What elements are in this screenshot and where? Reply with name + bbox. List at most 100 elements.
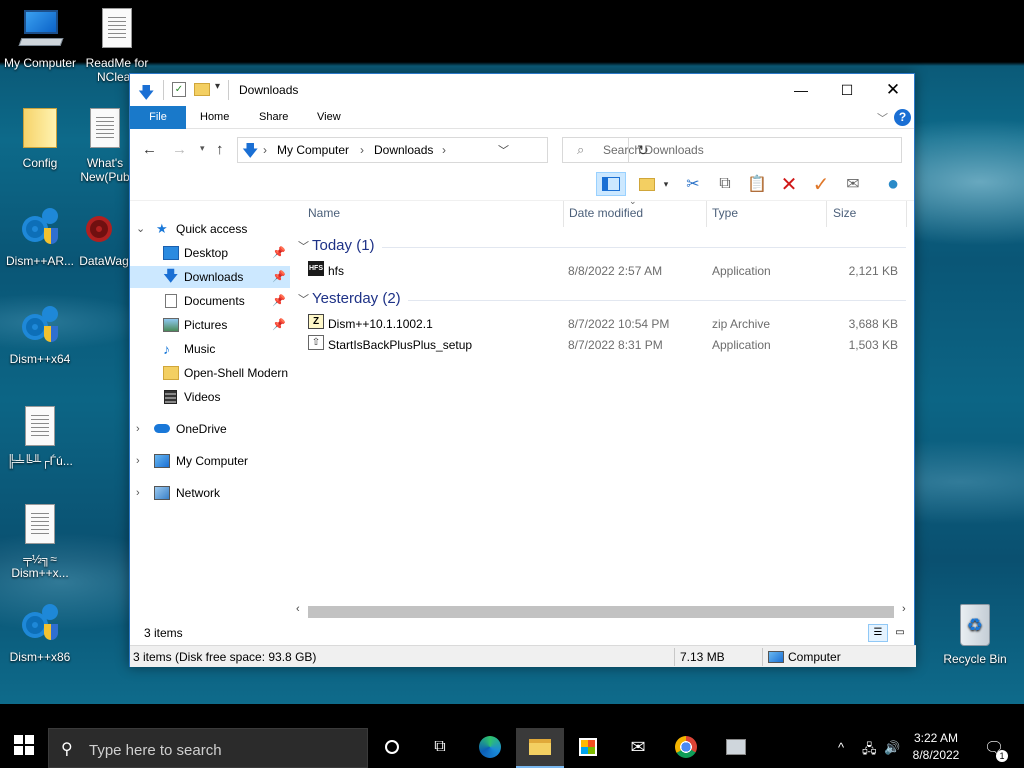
column-divider[interactable] xyxy=(826,201,827,227)
show-hidden-icons-button[interactable]: ^ xyxy=(838,740,844,755)
forward-button[interactable]: → xyxy=(172,141,187,158)
expand-chevron-icon[interactable]: › xyxy=(136,418,140,440)
volume-icon[interactable]: 🔊 xyxy=(884,740,900,756)
pin-icon[interactable]: 📌 xyxy=(272,314,286,336)
edge-button[interactable] xyxy=(466,732,514,762)
column-divider[interactable] xyxy=(706,201,707,227)
breadcrumb-chevron-icon[interactable]: › xyxy=(442,143,446,157)
back-button[interactable]: ← xyxy=(142,141,157,158)
nav-item-my-computer[interactable]: › My Computer xyxy=(130,450,290,472)
tab-share[interactable]: Share xyxy=(246,106,301,129)
expand-chevron-icon[interactable]: › xyxy=(136,482,140,504)
tab-view[interactable]: View xyxy=(304,106,354,129)
app-button[interactable] xyxy=(712,732,760,762)
nav-item-pictures[interactable]: Pictures 📌 xyxy=(130,314,290,336)
collapse-chevron-icon[interactable]: ⌄ xyxy=(136,218,145,240)
globe-icon[interactable]: ● xyxy=(880,172,906,196)
scroll-left-icon[interactable]: ‹ xyxy=(296,603,300,615)
store-button[interactable] xyxy=(564,732,612,762)
customize-quick-access-icon[interactable]: ▾ xyxy=(215,81,220,97)
mail-button[interactable]: ✉ xyxy=(614,732,662,762)
collapse-group-icon[interactable]: ﹀ xyxy=(298,291,309,307)
group-header-today[interactable]: ﹀ Today (1) xyxy=(296,237,906,257)
nav-item-desktop[interactable]: Desktop 📌 xyxy=(130,242,290,264)
cortana-button[interactable] xyxy=(368,732,416,762)
breadcrumb-downloads[interactable]: Downloads xyxy=(374,143,433,157)
desktop-icon-datawag[interactable]: DataWag xyxy=(78,206,130,268)
tab-file[interactable]: File xyxy=(130,106,186,129)
address-bar[interactable]: 🡇 › My Computer › Downloads › ﹀ ↻ xyxy=(237,137,649,163)
group-header-yesterday[interactable]: ﹀ Yesterday (2) xyxy=(296,290,906,310)
horizontal-scrollbar[interactable]: ‹ › xyxy=(296,603,912,620)
nav-item-documents[interactable]: Documents 📌 xyxy=(130,290,290,312)
scroll-right-icon[interactable]: › xyxy=(902,603,906,615)
search-icon: ⚲ xyxy=(61,741,73,758)
column-header-type[interactable]: Type xyxy=(712,206,738,220)
up-button[interactable]: ↑ xyxy=(216,141,224,158)
folder-options-button[interactable] xyxy=(634,172,660,196)
expand-ribbon-icon[interactable]: ﹀ xyxy=(877,110,888,126)
desktop-icon-whats-new[interactable]: What's New(Pub xyxy=(78,108,132,184)
large-icons-view-button[interactable]: ▭ xyxy=(890,624,910,642)
pin-icon[interactable]: 📌 xyxy=(272,266,286,288)
email-icon[interactable]: ✉ xyxy=(840,172,866,196)
breadcrumb-chevron-icon[interactable]: › xyxy=(360,143,364,157)
column-divider[interactable] xyxy=(906,201,907,227)
desktop-icon-my-computer[interactable]: My Computer xyxy=(0,8,80,70)
desktop-icon-dism-x64[interactable]: Dism++x64 xyxy=(0,304,80,366)
file-row[interactable]: Z Dism++10.1.1002.1 8/7/2022 10:54 PM zi… xyxy=(306,314,906,335)
desktop-icon-dism-ar[interactable]: Dism++AR... xyxy=(0,206,80,268)
nav-item-videos[interactable]: Videos xyxy=(130,386,290,408)
file-explorer-button[interactable] xyxy=(516,728,564,768)
close-button[interactable]: ✕ xyxy=(870,74,916,106)
file-row[interactable]: HFS hfs 8/8/2022 2:57 AM Application 2,1… xyxy=(306,261,906,282)
expand-chevron-icon[interactable]: › xyxy=(136,450,140,472)
pin-icon[interactable]: 📌 xyxy=(272,242,286,264)
column-header-size[interactable]: Size xyxy=(833,206,856,220)
cut-icon[interactable]: ✂ xyxy=(680,172,706,196)
nav-item-downloads[interactable]: 🡇 Downloads 📌 xyxy=(130,266,290,288)
taskbar-search-box[interactable]: ⚲ Type here to search xyxy=(48,728,368,768)
pin-icon[interactable]: 📌 xyxy=(272,290,286,312)
recent-locations-button[interactable]: ▾ xyxy=(200,143,205,154)
nav-item-network[interactable]: › Network xyxy=(130,482,290,504)
search-input[interactable]: ⌕ Search Downloads xyxy=(562,137,902,163)
copy-icon[interactable]: ⧉ xyxy=(712,172,738,196)
task-view-button[interactable]: ⧉ xyxy=(416,732,464,762)
column-header-date-modified[interactable]: Date modified xyxy=(569,206,643,220)
desktop-icon-config[interactable]: Config xyxy=(0,108,80,170)
folder-options-dropdown[interactable]: ▾ xyxy=(658,172,674,196)
column-header-name[interactable]: Name xyxy=(308,206,340,220)
maximize-button[interactable]: ☐ xyxy=(824,74,870,106)
properties-icon[interactable]: ✓ xyxy=(172,82,186,97)
delete-icon[interactable]: ✕ xyxy=(776,172,802,196)
breadcrumb-chevron-icon[interactable]: › xyxy=(263,143,267,157)
breadcrumb-my-computer[interactable]: My Computer xyxy=(277,143,349,157)
network-tray-icon[interactable]: 🖧 xyxy=(862,740,877,762)
start-button[interactable] xyxy=(0,730,48,760)
properties-check-icon[interactable]: ✓ xyxy=(808,172,834,196)
clock[interactable]: 3:22 AM 8/8/2022 xyxy=(906,730,966,764)
new-folder-icon[interactable] xyxy=(194,83,210,96)
desktop-icon-doc-b[interactable]: ╤½╗≈ Dism++x... xyxy=(0,504,80,580)
file-row[interactable]: ⇧ StartIsBackPlusPlus_setup 8/7/2022 8:3… xyxy=(306,335,906,356)
address-dropdown-icon[interactable]: ﹀ xyxy=(498,142,509,158)
nav-quick-access[interactable]: ⌄ ★ Quick access xyxy=(130,218,290,240)
desktop-icon-dism-x86[interactable]: Dism++x86 xyxy=(0,602,80,664)
help-icon[interactable]: ? xyxy=(894,109,911,126)
minimize-button[interactable]: — xyxy=(778,74,824,106)
paste-icon[interactable]: 📋 xyxy=(744,172,770,196)
desktop-icon-doc-a[interactable]: ╠╧╚╨┌Ѓú... xyxy=(0,406,80,468)
column-divider[interactable] xyxy=(563,201,564,227)
recycle-bin-icon: ♻ xyxy=(960,604,990,646)
collapse-group-icon[interactable]: ﹀ xyxy=(298,238,309,254)
nav-item-onedrive[interactable]: › OneDrive xyxy=(130,418,290,440)
desktop-icon-recycle-bin[interactable]: ♻ Recycle Bin xyxy=(935,604,1015,666)
nav-item-music[interactable]: ♪ Music xyxy=(130,338,290,360)
tab-home[interactable]: Home xyxy=(187,106,242,129)
navigation-pane-button[interactable] xyxy=(596,172,626,196)
nav-item-open-shell-modern[interactable]: Open-Shell Modern xyxy=(130,362,290,384)
scrollbar-thumb[interactable] xyxy=(308,606,894,618)
details-view-button[interactable]: ☰ xyxy=(868,624,888,642)
chrome-button[interactable] xyxy=(662,732,710,762)
